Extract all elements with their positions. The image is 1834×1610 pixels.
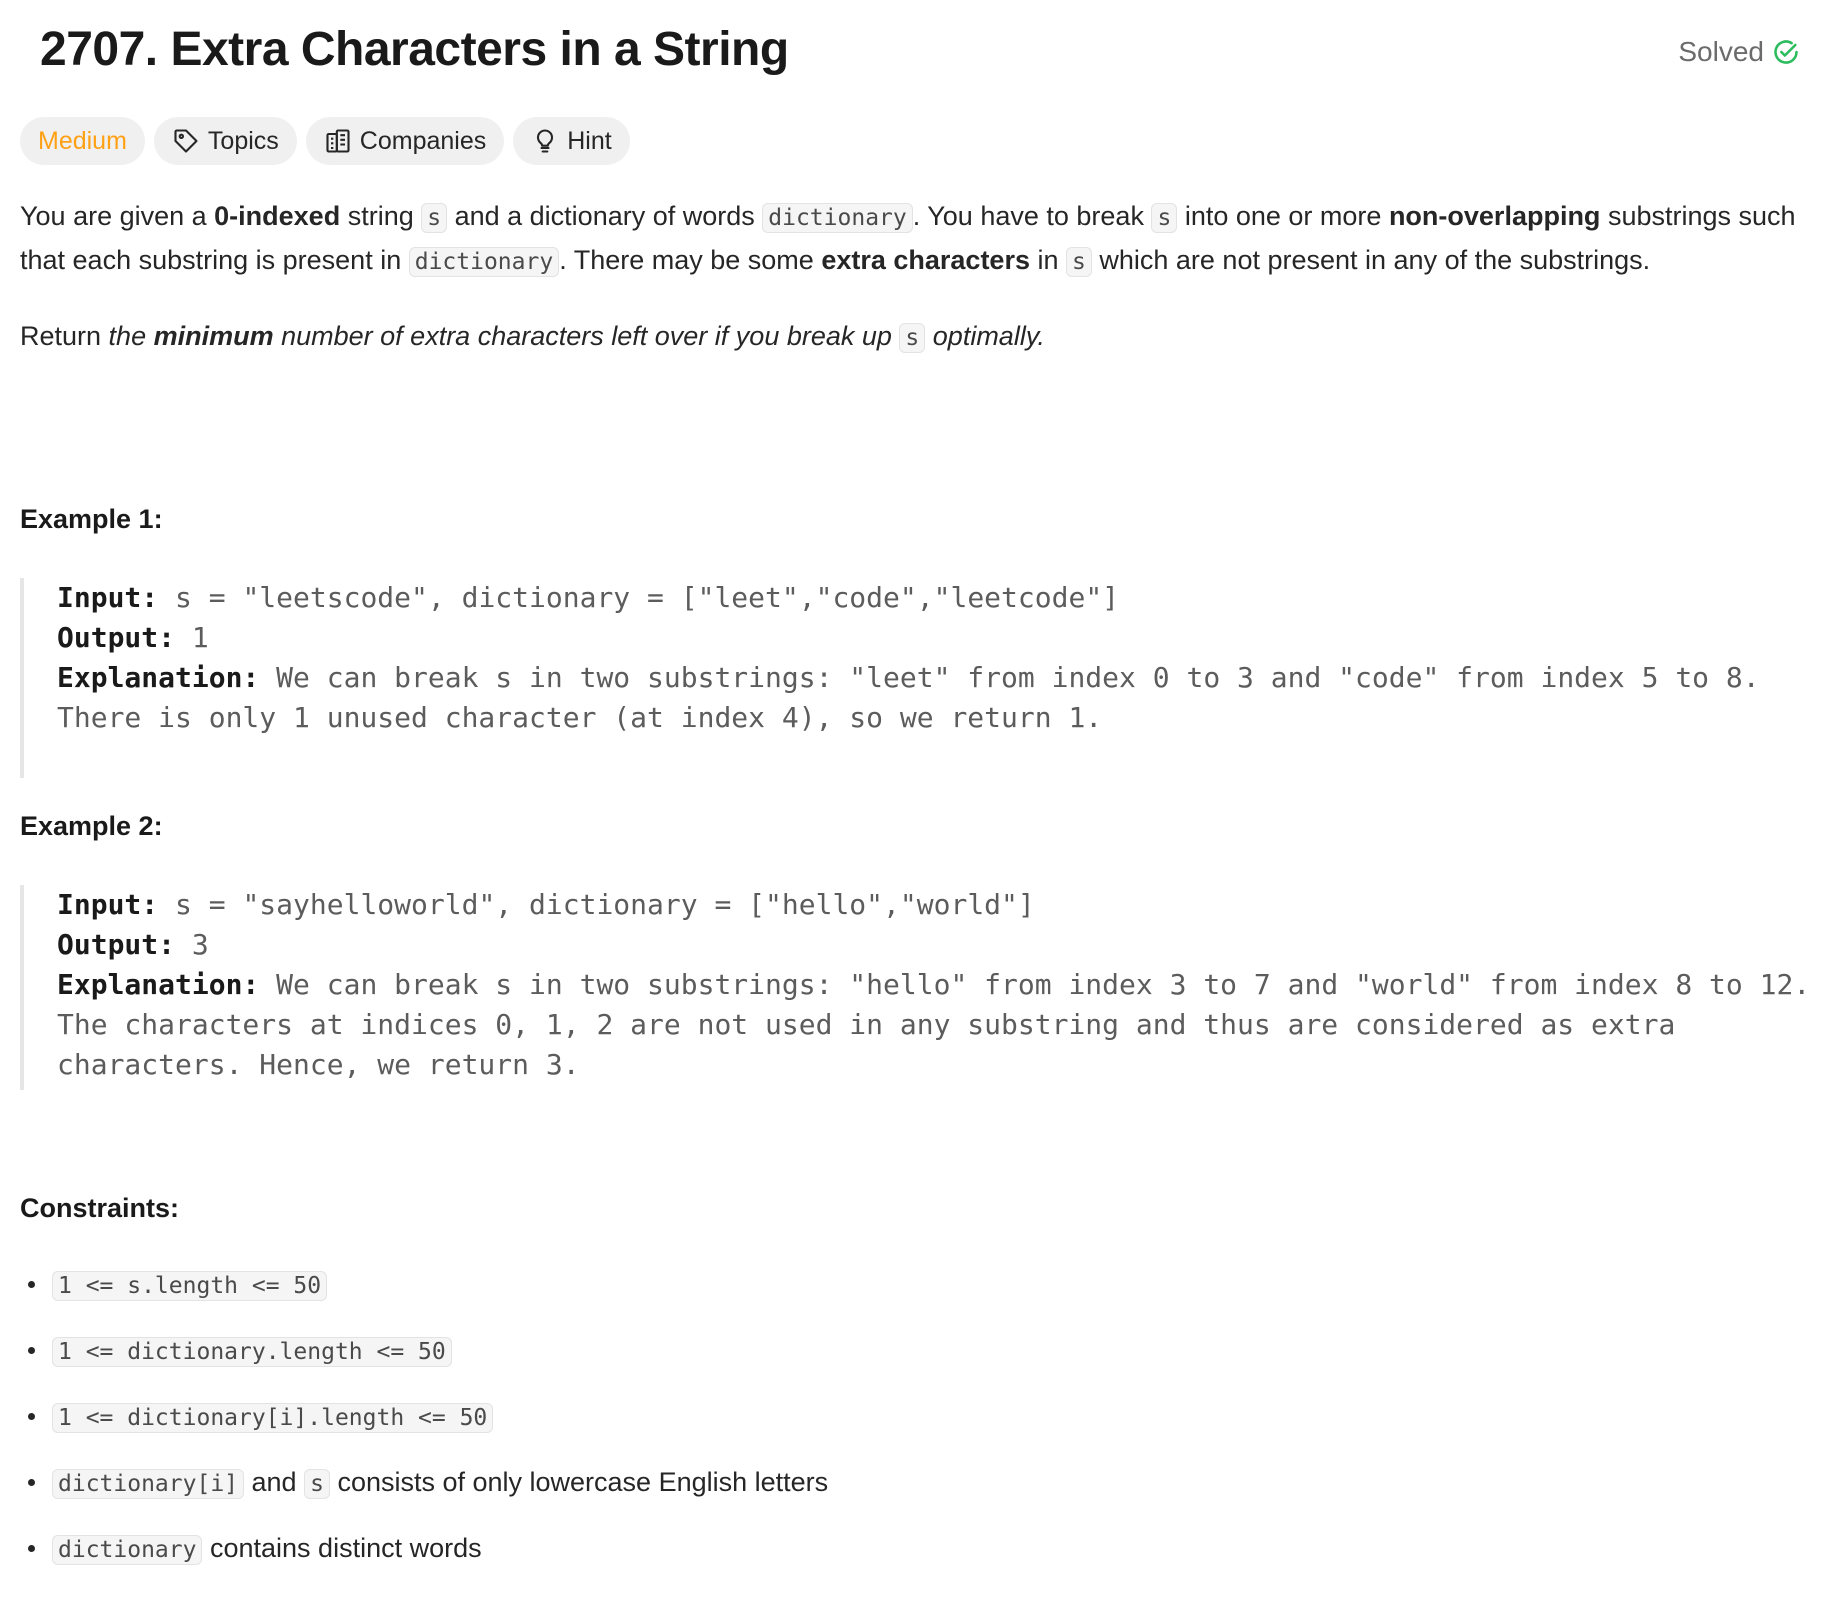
example-1-title: Example 1: bbox=[20, 504, 163, 534]
inline-code: dictionary bbox=[762, 203, 913, 233]
topics-label: Topics bbox=[207, 126, 279, 155]
example-2-title: Example 2: bbox=[20, 811, 163, 841]
lightbulb-icon bbox=[537, 129, 554, 153]
return-paragraph: Return the minimum number of extra chara… bbox=[20, 321, 1045, 353]
hint-button[interactable]: Hint bbox=[513, 117, 630, 165]
inline-code: s bbox=[1066, 247, 1092, 277]
description-paragraph: You are given a 0-indexed string s and a… bbox=[20, 201, 1796, 277]
problem-header: 2707. Extra Characters in a String Solve… bbox=[20, 0, 1814, 110]
problem-title: 2707. Extra Characters in a String bbox=[40, 23, 789, 76]
solved-label: Solved bbox=[1678, 36, 1764, 67]
companies-label: Companies bbox=[359, 126, 487, 155]
problem-description: You are given a 0-indexed string s and a… bbox=[20, 195, 1810, 359]
solved-status: Solved bbox=[1678, 36, 1800, 68]
inline-code: dictionary bbox=[408, 247, 560, 277]
inline-code: s bbox=[899, 323, 926, 353]
constraint-item: 1 <= dictionary[i].length <= 50 bbox=[20, 1395, 828, 1461]
constraint-item: dictionary[i] and s consists of only low… bbox=[20, 1461, 828, 1527]
companies-button[interactable]: Companies bbox=[305, 117, 505, 165]
constraint-item: 1 <= dictionary.length <= 50 bbox=[20, 1329, 828, 1395]
example-1-block: Input: s = "leetscode", dictionary = ["l… bbox=[20, 578, 1760, 778]
example-2-block: Input: s = "sayhelloworld", dictionary =… bbox=[20, 885, 1810, 1090]
building-icon bbox=[326, 129, 350, 153]
inline-code: s bbox=[421, 203, 448, 233]
inline-code: s bbox=[1151, 203, 1178, 233]
difficulty-badge: Medium bbox=[20, 117, 145, 165]
constraints-title: Constraints: bbox=[20, 1193, 180, 1223]
difficulty-label: Medium bbox=[38, 126, 127, 155]
problem-page: 2707. Extra Characters in a String Solve… bbox=[0, 0, 1834, 1565]
tag-bar: Medium Topics Companies Hint bbox=[20, 117, 630, 165]
check-circle-icon bbox=[1774, 40, 1798, 64]
hint-label: Hint bbox=[567, 126, 612, 155]
topics-button[interactable]: Topics bbox=[153, 117, 297, 165]
constraint-item: dictionary contains distinct words bbox=[20, 1527, 828, 1593]
tag-icon bbox=[174, 129, 198, 153]
constraints-list: 1 <= s.length <= 50 1 <= dictionary.leng… bbox=[20, 1263, 828, 1593]
constraint-item: 1 <= s.length <= 50 bbox=[20, 1263, 828, 1329]
